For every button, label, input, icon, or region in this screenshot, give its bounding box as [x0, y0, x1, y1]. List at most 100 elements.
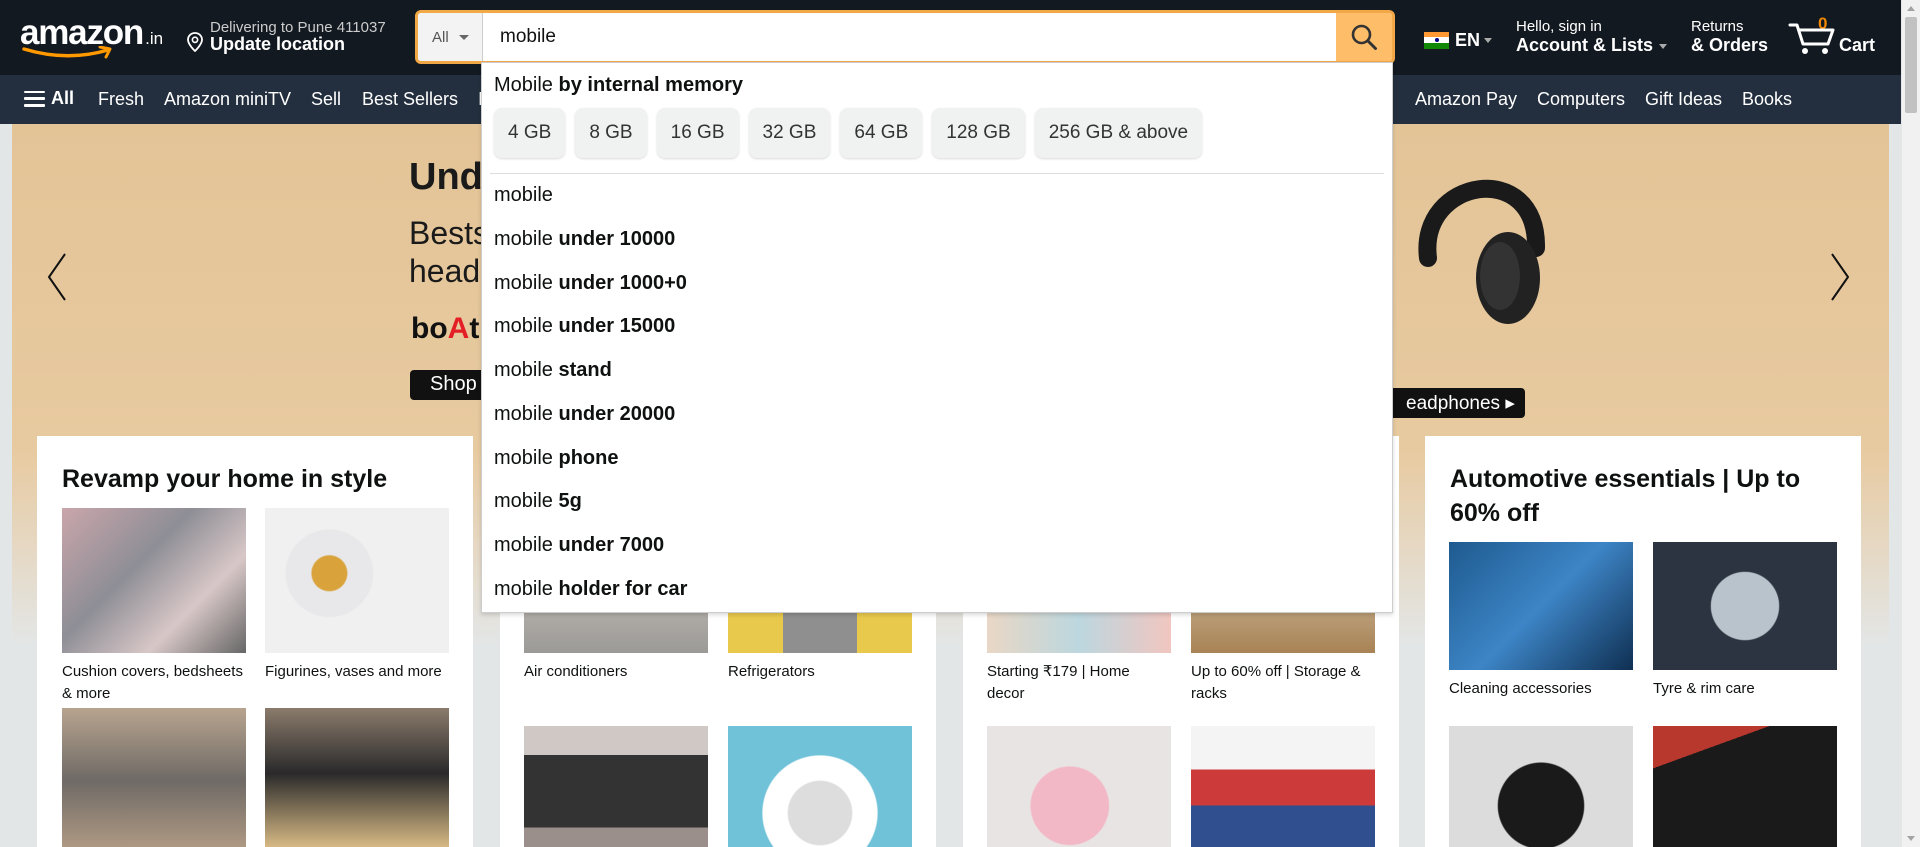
returns-orders-link[interactable]: Returns & Orders [1691, 18, 1768, 56]
memory-chip-32gb[interactable]: 32 GB [748, 108, 831, 158]
teddy-bear-image [987, 726, 1171, 847]
scroll-up-icon[interactable] [1907, 6, 1915, 11]
search-input[interactable] [492, 13, 1282, 61]
memory-chip-128gb[interactable]: 128 GB [932, 108, 1025, 158]
memory-chip-256gb-above[interactable]: 256 GB & above [1034, 108, 1203, 158]
suggestion-item[interactable]: mobile phone [494, 447, 618, 470]
hamburger-icon [24, 90, 45, 107]
card-home-style: Revamp your home in style Cushion covers… [37, 436, 473, 847]
india-flag-icon [1424, 31, 1449, 49]
tile-caption: Cushion covers, bedsheets & more [62, 663, 243, 702]
card-tile[interactable] [265, 708, 449, 847]
tile-caption: Figurines, vases and more [265, 663, 442, 680]
suggestion-heading: Mobile by internal memory [494, 74, 743, 97]
suggestion-prefix: mobile [494, 578, 553, 600]
scrollbar-thumb[interactable] [1905, 17, 1917, 113]
suggestion-rest: under 1000+0 [558, 272, 687, 294]
suggestion-item[interactable]: mobile holder for car [494, 578, 687, 601]
divider [490, 173, 1384, 174]
all-label: All [51, 88, 75, 108]
subnav-item-minitv[interactable]: Amazon miniTV [164, 89, 291, 110]
card-tile[interactable] [1449, 726, 1633, 847]
carousel-prev-icon[interactable] [45, 252, 69, 302]
search-category-label: All [432, 28, 449, 46]
card-tile[interactable] [1653, 726, 1837, 847]
suggestion-rest: under 20000 [558, 403, 676, 425]
card-tile[interactable] [1191, 726, 1375, 847]
suggestion-item[interactable]: mobile under 15000 [494, 315, 675, 338]
account-greeting: Hello, sign in [1516, 18, 1602, 35]
all-menu-button[interactable]: All [24, 88, 74, 109]
memory-filter-chips: 4 GB 8 GB 16 GB 32 GB 64 GB 128 GB 256 G… [494, 108, 1203, 158]
suggestion-rest: under 15000 [558, 315, 676, 337]
suggestion-rest: holder for car [558, 578, 688, 600]
suggestion-prefix: mobile [494, 272, 553, 294]
cart-label: Cart [1839, 35, 1876, 55]
suggestion-rest: stand [558, 359, 612, 381]
suggestion-item[interactable]: mobile [494, 184, 553, 207]
card-tile[interactable]: Cushion covers, bedsheets & more [62, 508, 246, 705]
storage-shelf-image [62, 708, 246, 847]
heading-prefix: Mobile [494, 74, 553, 96]
microwave-image [524, 726, 708, 847]
scroll-down-icon[interactable] [1907, 836, 1915, 841]
suggestion-item[interactable]: mobile under 1000+0 [494, 272, 687, 295]
card-tile[interactable] [62, 708, 246, 847]
cart-icon [1788, 23, 1835, 54]
card-tile[interactable]: Figurines, vases and more [265, 508, 449, 683]
language-selector[interactable]: EN [1424, 28, 1493, 52]
subnav-item-gift-ideas[interactable]: Gift Ideas [1645, 89, 1722, 110]
boat-logo: boAt [411, 312, 479, 346]
smile-arrow-icon [22, 46, 112, 59]
suggestion-item[interactable]: mobile under 10000 [494, 228, 675, 251]
family-image [1191, 726, 1375, 847]
suggestion-item[interactable]: mobile 5g [494, 490, 582, 513]
search-suggestions-dropdown: Mobile by internal memory 4 GB 8 GB 16 G… [481, 62, 1393, 613]
page-scrollbar[interactable] [1901, 0, 1920, 847]
search-category-dropdown[interactable]: All [418, 13, 483, 61]
card-title: Revamp your home in style [62, 465, 388, 493]
subnav-item-best-sellers[interactable]: Best Sellers [362, 89, 458, 110]
wall-lamp-image [265, 708, 449, 847]
cart-button[interactable]: 0 Cart [1788, 12, 1888, 60]
account-label: Account & Lists [1516, 35, 1654, 55]
tile-caption: Cleaning accessories [1449, 680, 1592, 697]
card-tile[interactable] [987, 726, 1171, 847]
shop-now-button[interactable]: Shop n [410, 370, 490, 400]
subnav-item-amazon-pay[interactable]: Amazon Pay [1415, 89, 1517, 110]
car-accessory-image [1653, 726, 1837, 847]
language-label: EN [1455, 29, 1481, 50]
subnav-item-computers[interactable]: Computers [1537, 89, 1625, 110]
suggestion-prefix: mobile [494, 184, 553, 206]
memory-chip-8gb[interactable]: 8 GB [575, 108, 647, 158]
subnav-item-fresh[interactable]: Fresh [98, 89, 144, 110]
suggestion-rest: 5g [558, 490, 582, 512]
memory-chip-4gb[interactable]: 4 GB [494, 108, 566, 158]
card-title: Automotive essentials | Up to 60% off [1450, 465, 1801, 527]
search-bar: All [415, 10, 1395, 64]
suggestion-item[interactable]: mobile under 20000 [494, 403, 675, 426]
card-tile[interactable]: Cleaning accessories [1449, 542, 1633, 700]
suggestion-item[interactable]: mobile stand [494, 359, 612, 382]
subnav-item-sell[interactable]: Sell [311, 89, 341, 110]
suggestion-item[interactable]: mobile under 7000 [494, 534, 664, 557]
carousel-next-icon[interactable] [1828, 252, 1852, 302]
search-button[interactable] [1336, 13, 1392, 61]
card-tile[interactable]: Tyre & rim care [1653, 542, 1837, 700]
card-tile[interactable] [728, 726, 912, 847]
amazon-logo[interactable]: amazon .in [20, 14, 168, 60]
rug-image [62, 508, 246, 653]
figurine-image [265, 508, 449, 653]
washing-machine-image [728, 726, 912, 847]
memory-chip-64gb[interactable]: 64 GB [840, 108, 923, 158]
tile-caption: Up to 60% off | Storage & racks [1191, 663, 1361, 702]
headphones-button[interactable]: eadphones ▸ [1382, 388, 1525, 418]
subnav-item-books[interactable]: Books [1742, 89, 1792, 110]
account-menu[interactable]: Hello, sign in Account & Lists [1516, 18, 1668, 56]
heading-bold: by internal memory [558, 74, 743, 96]
card-automotive: Automotive essentials | Up to 60% off Cl… [1425, 436, 1861, 847]
suggestion-rest: phone [558, 447, 619, 469]
card-tile[interactable] [524, 726, 708, 847]
memory-chip-16gb[interactable]: 16 GB [656, 108, 739, 158]
cleaning-accessories-image [1449, 542, 1633, 670]
